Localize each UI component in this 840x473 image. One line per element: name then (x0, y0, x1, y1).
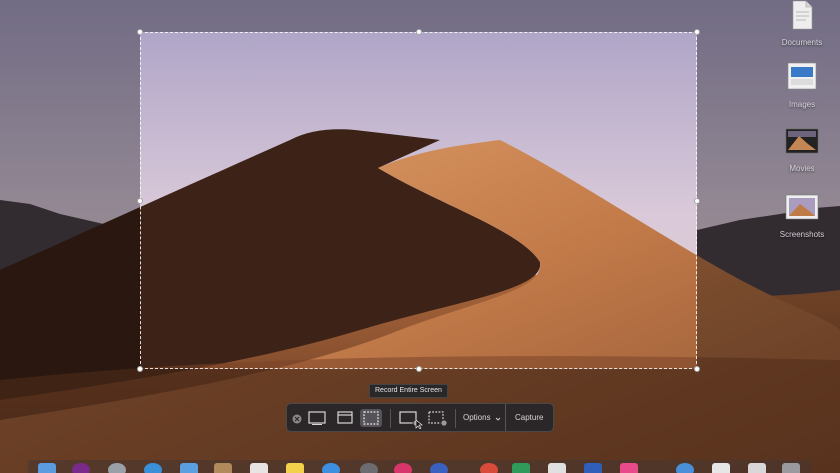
chevron-down-icon (495, 417, 501, 421)
selection-icon (363, 411, 379, 425)
capture-button[interactable]: Capture (509, 409, 549, 427)
contacts-icon[interactable] (214, 463, 232, 473)
calendar-icon[interactable] (250, 463, 268, 473)
resize-handle-top-right[interactable] (694, 29, 700, 35)
dim-overlay-top (0, 0, 840, 32)
launchpad-icon[interactable] (108, 463, 126, 473)
desktop-icon-label: Documents (781, 38, 823, 47)
spreadsheet-icon[interactable] (512, 463, 530, 473)
desktop: Documents Images Movies Screenshots Reco… (0, 0, 840, 473)
resize-handle-bottom-right[interactable] (694, 366, 700, 372)
cursor-icon (415, 419, 423, 430)
resize-handle-left[interactable] (137, 198, 143, 204)
record-selected-portion-button[interactable] (426, 409, 450, 427)
desktop-icon-label: Movies (789, 164, 815, 173)
capture-label: Capture (515, 413, 544, 422)
siri-icon[interactable] (72, 463, 90, 473)
preview-icon[interactable] (748, 463, 766, 473)
capture-selected-portion-button[interactable] (360, 409, 382, 427)
close-button[interactable] (291, 412, 303, 424)
pointer-cursor (415, 416, 423, 430)
close-icon (292, 414, 302, 424)
chrome-icon[interactable] (480, 463, 498, 473)
resize-handle-right[interactable] (694, 198, 700, 204)
presentation-icon[interactable] (548, 463, 566, 473)
browser-icon[interactable] (430, 463, 448, 473)
terminal-icon[interactable] (712, 463, 730, 473)
notes-icon[interactable] (286, 463, 304, 473)
tooltip: Record Entire Screen (369, 384, 448, 398)
document-icon (792, 0, 813, 30)
desktop-icon-label: Screenshots (779, 230, 825, 239)
dim-overlay-left (0, 32, 140, 369)
desktop-icon-screenshots[interactable]: Screenshots (764, 192, 840, 239)
word-icon[interactable] (584, 463, 602, 473)
settings-icon[interactable] (360, 463, 378, 473)
itunes-icon[interactable] (620, 463, 638, 473)
images-folder-icon (787, 62, 817, 90)
options-button[interactable]: Options (459, 409, 507, 427)
capture-entire-screen-button[interactable] (307, 409, 327, 427)
music-icon[interactable] (394, 463, 412, 473)
resize-handle-top-left[interactable] (137, 29, 143, 35)
desktop-icon-images[interactable]: Images (764, 60, 840, 109)
capture-selection[interactable] (137, 29, 700, 372)
toolbar-divider (505, 404, 506, 431)
desktop-icon-label: Images (788, 100, 816, 109)
screenshots-folder-icon (785, 194, 819, 220)
resize-handle-top[interactable] (416, 29, 422, 35)
safari-icon[interactable] (144, 463, 162, 473)
finder-icon[interactable] (38, 463, 56, 473)
desktop-icon-movies[interactable]: Movies (764, 126, 840, 173)
app-icon[interactable] (676, 463, 694, 473)
resize-handle-bottom-left[interactable] (137, 366, 143, 372)
movies-folder-icon (785, 128, 819, 154)
mail-icon[interactable] (180, 463, 198, 473)
toolbar-divider (455, 409, 456, 428)
capture-window-button[interactable] (335, 409, 355, 427)
toolbar-divider (390, 409, 391, 428)
options-label: Options (463, 413, 491, 422)
screenshot-toolbar: Options Capture (286, 403, 554, 432)
record-selection-icon (428, 411, 448, 427)
window-icon (337, 411, 353, 424)
trash-icon[interactable] (782, 463, 800, 473)
desktop-icon-documents[interactable]: Documents (764, 0, 840, 47)
resize-handle-bottom[interactable] (416, 366, 422, 372)
app-store-icon[interactable] (322, 463, 340, 473)
screen-icon (308, 411, 326, 425)
